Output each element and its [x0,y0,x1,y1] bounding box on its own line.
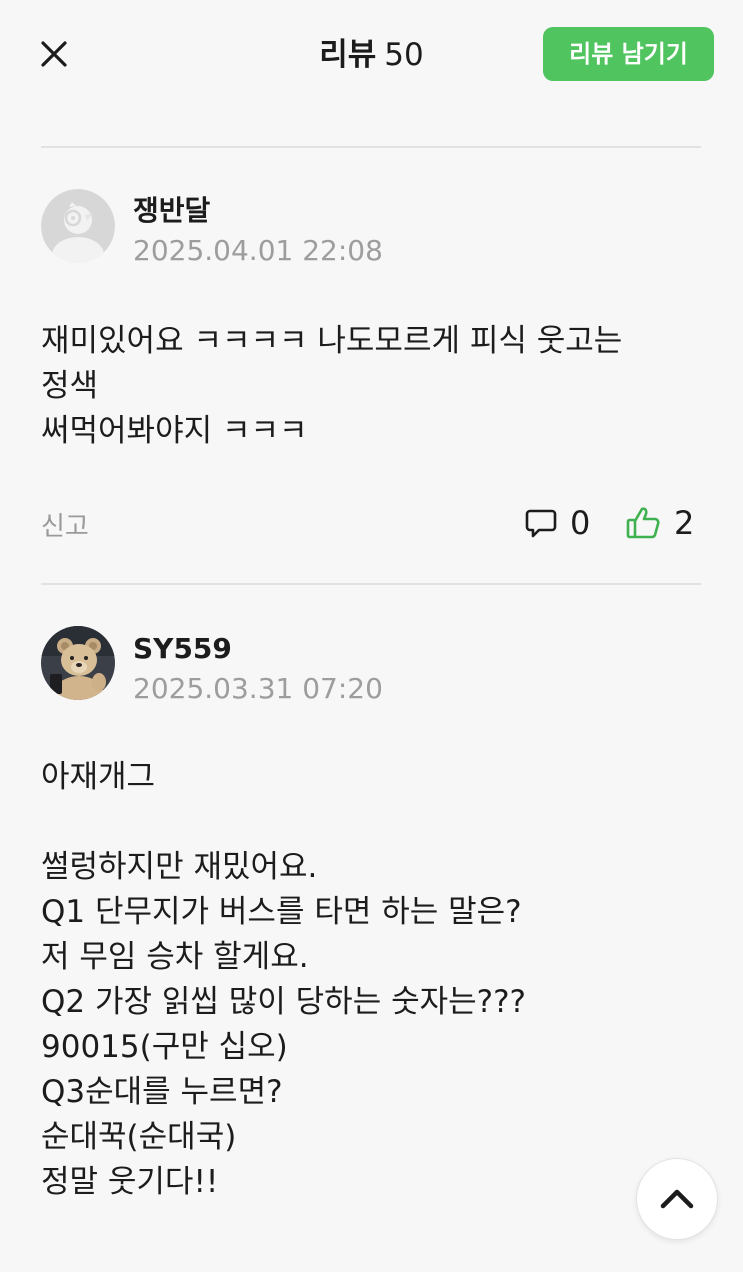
review-date: 2025.03.31 07:20 [133,672,383,705]
review-author: SY559 [133,632,232,665]
review-body: 아재개그 썰렁하지만 재밌어요. Q1 단무지가 버스를 타면 하는 말은? 저… [41,759,526,1200]
scroll-to-top-button[interactable] [636,1158,718,1240]
thumbs-up-icon [626,507,660,539]
review-count: 50 [384,37,424,73]
comment-button[interactable]: 0 [524,503,590,543]
review-author: 쟁반달 [133,194,211,227]
write-review-button[interactable]: 리뷰 남기기 [543,27,714,81]
comment-icon [525,509,557,538]
comment-count: 0 [570,504,591,542]
report-link[interactable]: 신고 [41,510,89,544]
review-page: 리뷰 50 리뷰 남기기 쟁반달 2025.04.01 22:08 재미있어요 ㅋ… [0,0,743,1272]
review-body: 재미있어요 ㅋㅋㅋㅋ 나도모르게 피식 웃고는 정색 써먹어봐야지 ㅋㅋㅋ [41,323,623,449]
avatar[interactable] [41,626,115,700]
default-bird-avatar-icon [41,189,115,263]
divider [41,583,701,585]
teddy-bear-avatar-icon [41,626,115,700]
review-date: 2025.04.01 22:08 [133,234,383,267]
title-label: 리뷰 [319,37,377,73]
like-count: 2 [674,504,695,542]
divider [41,146,701,148]
avatar[interactable] [41,189,115,263]
chevron-up-icon [660,1189,694,1209]
like-button[interactable]: 2 [624,503,694,543]
header: 리뷰 50 리뷰 남기기 [0,0,743,108]
